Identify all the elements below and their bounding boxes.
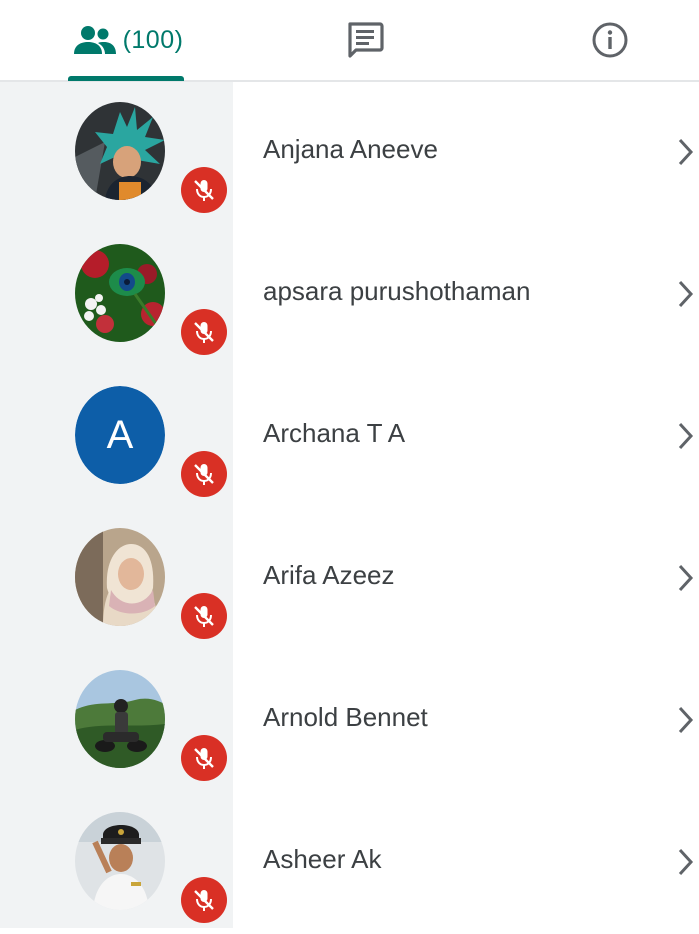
chevron-right-icon [678, 422, 694, 450]
participant-name: Arifa Azeez [263, 560, 395, 590]
participant-row[interactable]: Asheer Ak [0, 792, 699, 934]
avatar: A [75, 386, 165, 484]
muted-mic-icon [181, 593, 227, 639]
chevron-right-icon [678, 706, 694, 734]
avatar [75, 528, 165, 626]
participant-row[interactable]: Arifa Azeez [0, 508, 699, 650]
muted-mic-icon [181, 877, 227, 923]
muted-mic-icon [181, 451, 227, 497]
avatar [75, 670, 165, 768]
chevron-right-icon [678, 564, 694, 592]
muted-mic-icon [181, 735, 227, 781]
tab-people[interactable]: (100) [60, 0, 196, 80]
avatar-initial: A [75, 386, 165, 484]
avatar [75, 244, 165, 342]
chat-icon [348, 22, 384, 58]
people-icon [73, 26, 116, 54]
tab-chat[interactable] [310, 0, 420, 80]
muted-mic-icon [181, 167, 227, 213]
participant-name: Archana T A [263, 418, 406, 448]
participant-row[interactable]: apsara purushothaman [0, 224, 699, 366]
participant-row[interactable]: Anjana Aneeve [0, 82, 699, 224]
participant-name: Asheer Ak [263, 844, 382, 874]
participant-name: apsara purushothaman [263, 276, 531, 306]
tab-bar: (100) [0, 0, 699, 82]
avatar [75, 102, 165, 200]
participant-row[interactable]: A Archana T A [0, 366, 699, 508]
participant-count: (100) [122, 25, 184, 54]
chevron-right-icon [678, 280, 694, 308]
participant-row[interactable]: Arnold Bennet [0, 650, 699, 792]
chevron-right-icon [678, 848, 694, 876]
tab-info[interactable] [560, 0, 660, 80]
avatar [75, 812, 165, 910]
muted-mic-icon [181, 309, 227, 355]
chevron-right-icon [678, 138, 694, 166]
participant-name: Anjana Aneeve [263, 134, 438, 164]
info-icon [592, 22, 628, 58]
active-tab-indicator [68, 76, 184, 81]
participant-name: Arnold Bennet [263, 702, 428, 732]
